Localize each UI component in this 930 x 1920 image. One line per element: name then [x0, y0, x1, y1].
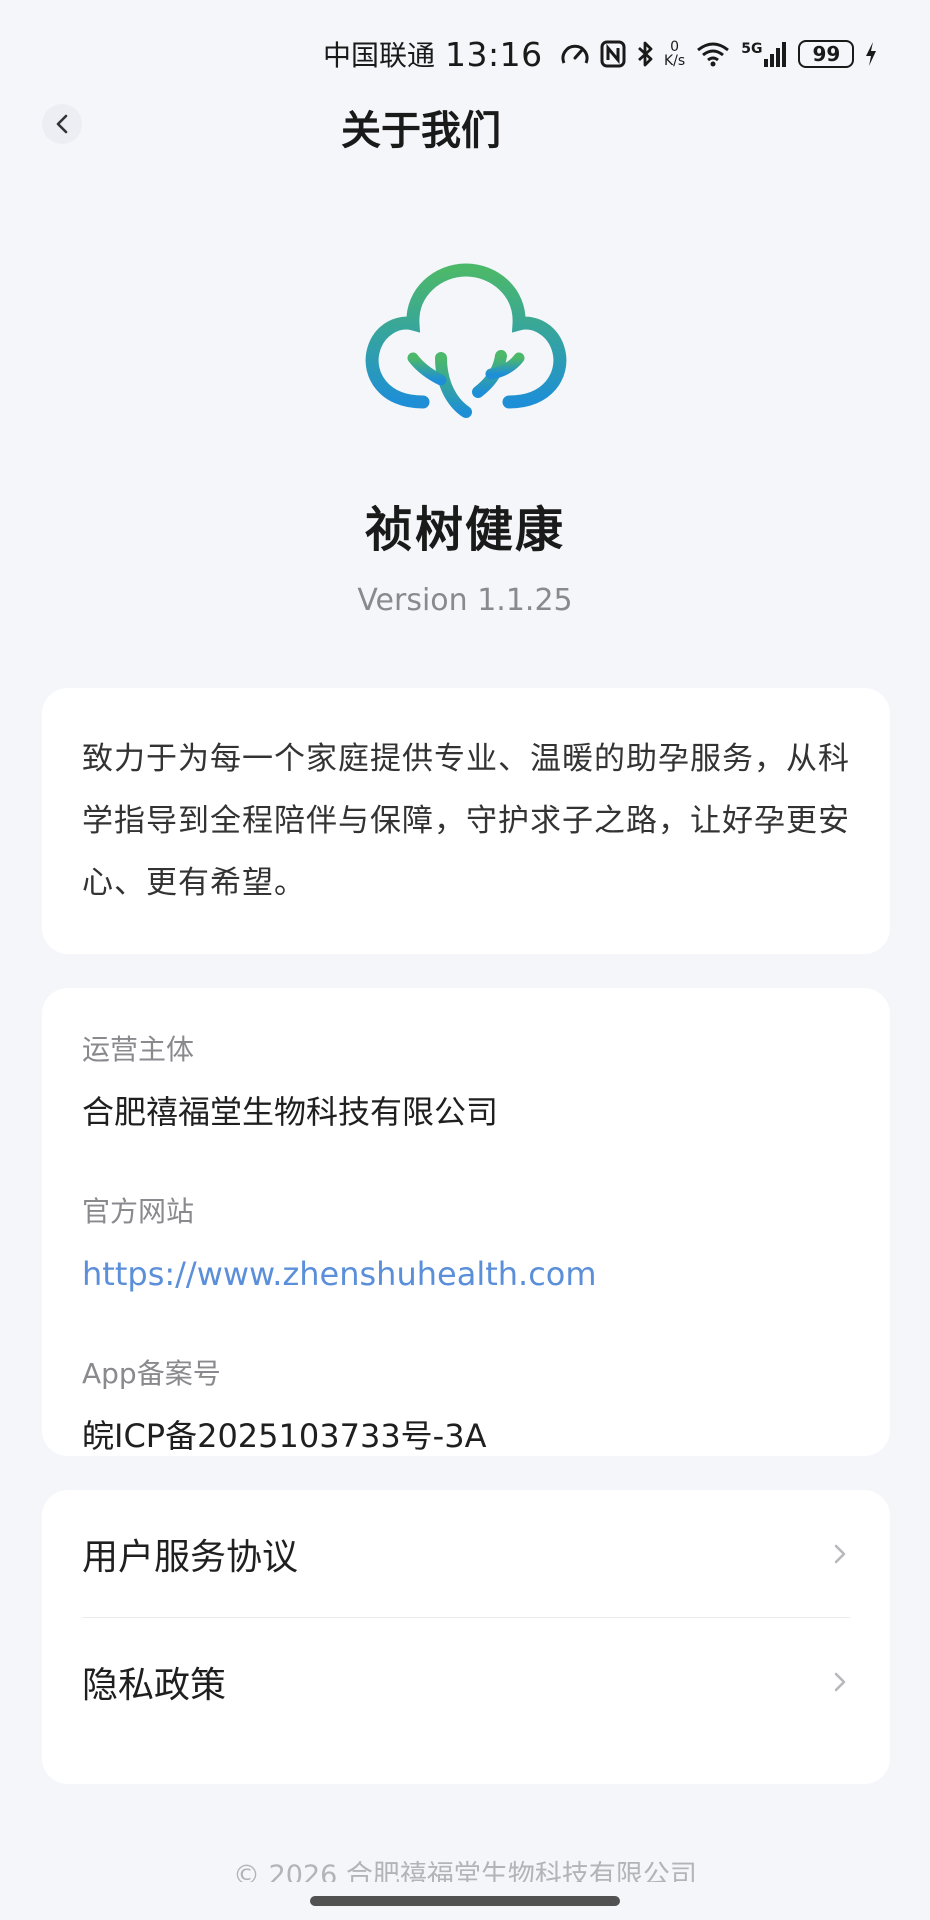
status-time: 13:16 — [445, 34, 543, 74]
app-name: 祯树健康 — [364, 502, 565, 558]
page-title: 关于我们 — [341, 108, 501, 154]
nfc-icon — [600, 40, 626, 68]
cellular-signal: 5G — [741, 41, 788, 67]
website-label: 官方网站 — [82, 1195, 195, 1228]
speedometer-icon — [561, 44, 589, 64]
bluetooth-icon — [638, 41, 653, 67]
legal-links-card: 用户服务协议 隐私政策 — [42, 1490, 890, 1784]
status-icons: 0 K/s 5G 99 — [560, 36, 878, 72]
website-link[interactable]: https://www.zhenshuhealth.com — [82, 1252, 850, 1296]
net-speed-indicator: 0 K/s — [664, 39, 686, 69]
privacy-policy-label: 隐私政策 — [82, 1665, 227, 1706]
user-agreement-label: 用户服务协议 — [82, 1536, 299, 1578]
signal-bars-icon — [764, 42, 787, 67]
user-agreement-row[interactable]: 用户服务协议 — [82, 1490, 850, 1618]
chevron-right-icon — [834, 1672, 846, 1692]
intro-card: 致力于为每一个家庭提供专业、温暖的助孕服务，从科学指导到全程陪伴与保障，守护求子… — [42, 688, 890, 954]
status-bar: 中国联通 13:16 0 K/s 5G 99 — [0, 0, 930, 110]
charging-icon — [866, 42, 877, 66]
privacy-policy-row[interactable]: 隐私政策 — [82, 1618, 850, 1746]
operator-value: 合肥禧福堂生物科技有限公司 — [82, 1093, 499, 1131]
copyright-footer: © 2026 合肥禧福堂生物科技有限公司 — [233, 1860, 697, 1882]
wifi-icon — [697, 42, 730, 67]
network-type-label: 5G — [741, 41, 763, 57]
chevron-right-icon — [834, 1544, 846, 1563]
app-logo — [365, 263, 567, 456]
intro-text: 致力于为每一个家庭提供专业、温暖的助孕服务，从科学指导到全程陪伴与保障，守护求子… — [82, 741, 850, 901]
battery-level: 99 — [812, 42, 841, 66]
home-indicator[interactable] — [310, 1896, 620, 1906]
operator-label: 运营主体 — [82, 1033, 195, 1066]
icp-label: App备案号 — [82, 1357, 221, 1390]
company-info-card: 运营主体 合肥禧福堂生物科技有限公司 官方网站 https://www.zhen… — [42, 988, 890, 1456]
app-version: Version 1.1.25 — [357, 583, 573, 618]
status-left: 中国联通 13:16 — [323, 32, 543, 76]
battery-icon: 99 — [798, 40, 855, 68]
carrier-label: 中国联通 — [323, 39, 436, 72]
icp-value: 皖ICP备2025103733号-3A — [82, 1417, 487, 1455]
